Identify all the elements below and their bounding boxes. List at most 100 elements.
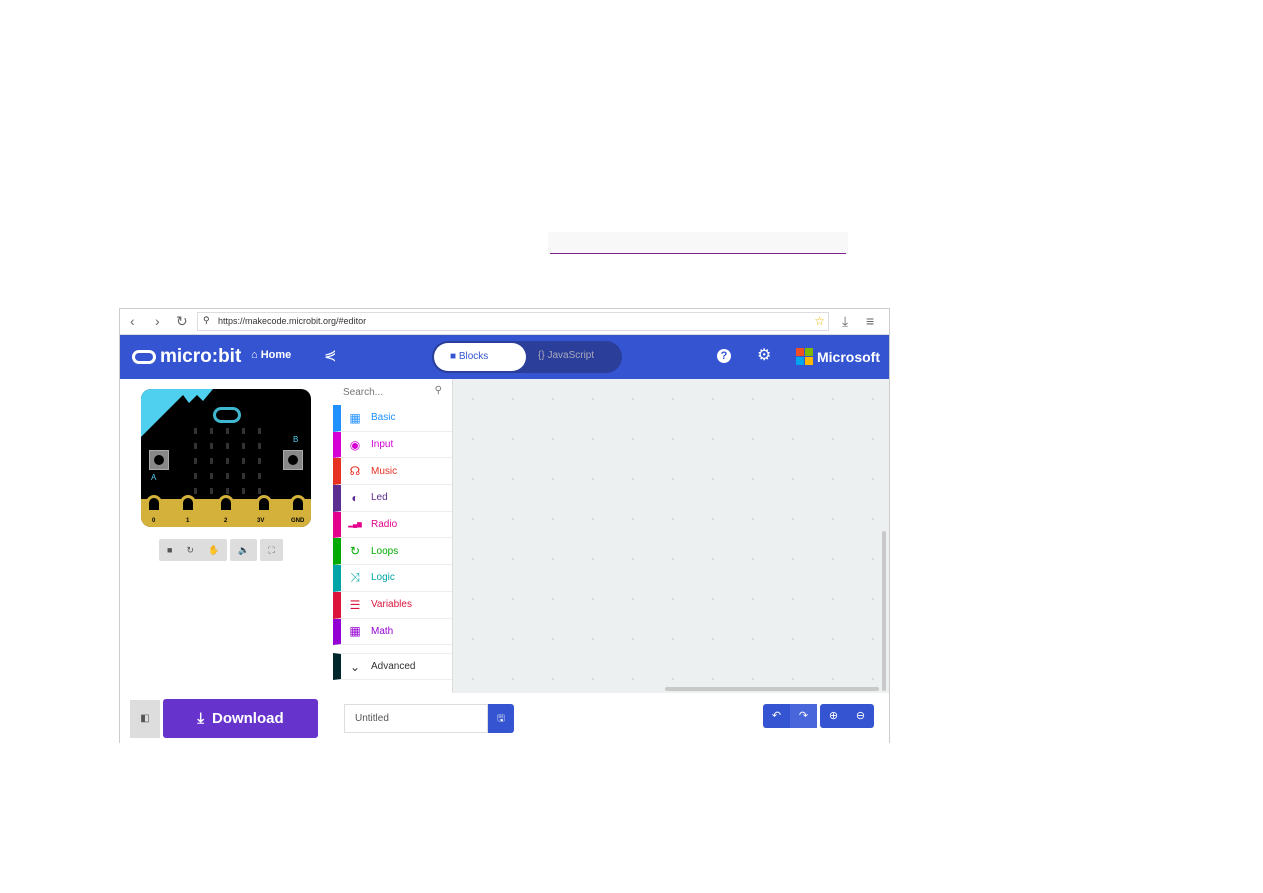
search-icon: ⚲: [203, 315, 210, 325]
gear-icon[interactable]: ⚙: [757, 345, 771, 365]
project-name-input[interactable]: Untitled: [344, 704, 488, 733]
led[interactable]: [226, 488, 229, 494]
simulator-panel: A B 0 1 2 3V GND ■ ↻ ✋ 🔈 ⛶: [120, 379, 333, 693]
download-button[interactable]: ⤓ Download: [163, 699, 318, 738]
pin-3v[interactable]: [256, 495, 272, 513]
toolbox-search[interactable]: Search... ⚲: [333, 379, 452, 405]
star-icon[interactable]: ☆: [814, 314, 825, 328]
restart-icon[interactable]: ↻: [186, 545, 194, 556]
category-label: Input: [371, 439, 394, 451]
forward-button[interactable]: ›: [155, 313, 160, 329]
led[interactable]: [226, 458, 229, 464]
vertical-scrollbar[interactable]: [882, 531, 886, 691]
horizontal-scrollbar[interactable]: [665, 687, 879, 691]
tab-blocks-label: Blocks: [458, 351, 489, 362]
app-header: micro:bit ⌂ Home ⋞ ■ Blocks {} JavaScrip…: [120, 335, 889, 379]
home-button[interactable]: ⌂ Home: [251, 349, 291, 361]
pin-1[interactable]: [180, 495, 196, 513]
grid-icon: ▦: [349, 410, 361, 425]
led[interactable]: [258, 488, 261, 494]
pin-2[interactable]: [218, 495, 234, 513]
category-label: Advanced: [371, 661, 416, 673]
tab-blocks[interactable]: ■ Blocks: [434, 343, 526, 371]
url-text: https://makecode.microbit.org/#editor: [218, 316, 367, 326]
category-music[interactable]: ☊ Music: [333, 458, 452, 486]
led[interactable]: [194, 428, 197, 434]
category-basic[interactable]: ▦ Basic: [333, 405, 452, 432]
fullscreen-icon[interactable]: ⛶: [268, 545, 274, 556]
led[interactable]: [242, 458, 245, 464]
led[interactable]: [210, 473, 213, 479]
reload-button[interactable]: ↻: [176, 313, 188, 330]
help-icon[interactable]: ?: [717, 349, 731, 363]
category-radio[interactable]: ▂▄▆ Radio: [333, 511, 452, 539]
led[interactable]: [242, 488, 245, 494]
category-label: Music: [371, 465, 398, 477]
search-icon: ⚲: [434, 385, 442, 396]
category-logic[interactable]: ⤨ Logic: [333, 565, 452, 592]
category-input[interactable]: ◉ Input: [333, 431, 452, 459]
stop-icon[interactable]: ■: [167, 545, 172, 555]
url-input[interactable]: ⚲ https://makecode.microbit.org/#editor ☆: [197, 312, 829, 331]
share-icon[interactable]: ⋞: [324, 346, 337, 364]
pin-0[interactable]: [146, 495, 162, 513]
led[interactable]: [242, 473, 245, 479]
mute-icon[interactable]: 🔈: [238, 545, 249, 556]
led[interactable]: [194, 443, 197, 449]
logo-touch-icon: [213, 407, 241, 423]
led[interactable]: [210, 443, 213, 449]
led[interactable]: [258, 458, 261, 464]
led[interactable]: [258, 443, 261, 449]
led[interactable]: [242, 428, 245, 434]
led[interactable]: [226, 443, 229, 449]
led[interactable]: [258, 428, 261, 434]
home-label: Home: [260, 349, 292, 361]
category-led[interactable]: ◐ Led: [333, 485, 452, 512]
undo-button[interactable]: ↶: [763, 704, 790, 728]
home-icon: ⌂: [251, 349, 261, 361]
led[interactable]: [194, 458, 197, 464]
category-loops[interactable]: ↻ Loops: [333, 538, 452, 566]
microbit-board[interactable]: A B 0 1 2 3V GND: [141, 389, 311, 527]
button-a[interactable]: [149, 450, 169, 470]
puzzle-icon: ■: [450, 351, 459, 362]
category-math[interactable]: ▦ Math: [333, 618, 452, 646]
save-button[interactable]: 🖫: [488, 704, 514, 733]
simulator-controls: ■ ↻ ✋ 🔈 ⛶: [159, 539, 283, 561]
signal-icon: ▂▄▆: [348, 522, 362, 529]
led[interactable]: [194, 488, 197, 494]
zoom-in-button[interactable]: ⊕: [820, 704, 847, 728]
pin-gnd[interactable]: [290, 495, 306, 513]
microsoft-squares-icon: [796, 348, 813, 365]
led[interactable]: [210, 488, 213, 494]
address-bar: ‹ › ↻ ⚲ https://makecode.microbit.org/#ed…: [120, 309, 889, 335]
download-icon[interactable]: ⤓: [842, 313, 848, 330]
led[interactable]: [210, 458, 213, 464]
list-icon: ☰: [349, 597, 361, 612]
blocks-workspace[interactable]: [453, 379, 889, 693]
tab-javascript[interactable]: {} JavaScript: [538, 350, 594, 361]
microsoft-logo[interactable]: Microsoft: [796, 348, 880, 365]
download-icon: ⤓: [197, 710, 204, 727]
target-icon: ◉: [349, 437, 361, 452]
category-variables[interactable]: ☰ Variables: [333, 591, 452, 619]
redo-button[interactable]: ↷: [790, 704, 817, 728]
led[interactable]: [226, 473, 229, 479]
button-b-label: B: [293, 435, 299, 444]
logo-icon: [132, 350, 156, 364]
menu-icon[interactable]: ≡: [866, 313, 874, 329]
led[interactable]: [210, 428, 213, 434]
collapse-simulator-button[interactable]: ◧: [130, 700, 160, 738]
led[interactable]: [258, 473, 261, 479]
category-advanced[interactable]: ⌄ Advanced: [333, 653, 452, 680]
button-b[interactable]: [283, 450, 303, 470]
slowmo-icon[interactable]: ✋: [208, 545, 219, 556]
back-button[interactable]: ‹: [130, 313, 135, 329]
led[interactable]: [194, 473, 197, 479]
microbit-logo[interactable]: micro:bit: [132, 346, 241, 368]
led[interactable]: [226, 428, 229, 434]
calculator-icon: ▦: [349, 624, 361, 639]
zoom-out-button[interactable]: ⊖: [847, 704, 874, 728]
led[interactable]: [242, 443, 245, 449]
download-label: Download: [211, 710, 284, 727]
